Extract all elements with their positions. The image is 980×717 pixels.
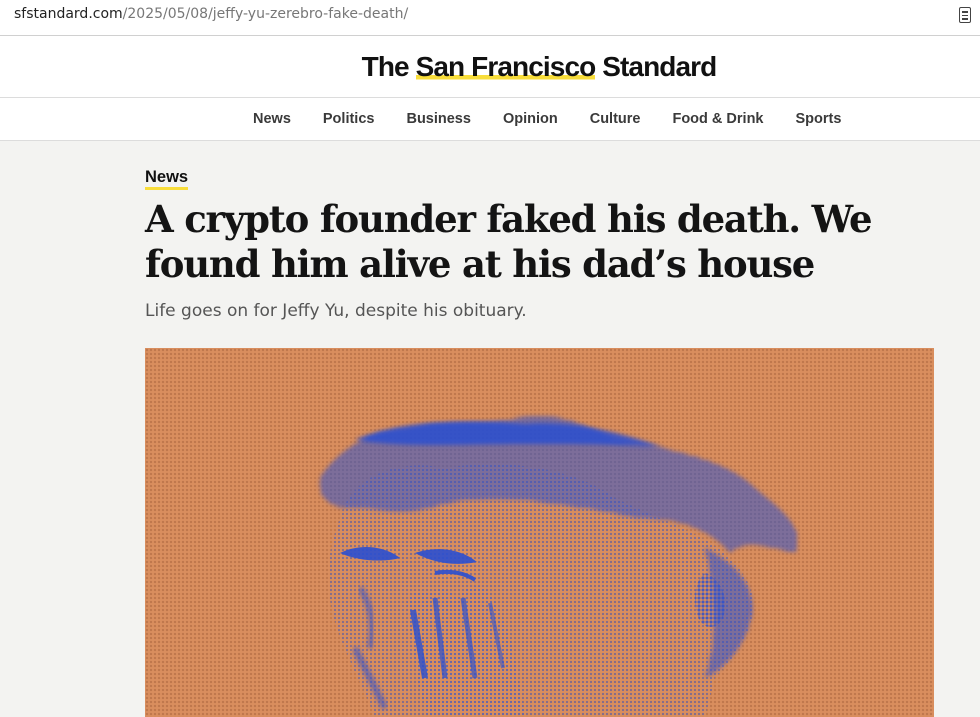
section-nav: News Politics Business Opinion Culture F… [0,98,980,141]
hero-image [145,348,934,717]
nav-item-culture[interactable]: Culture [574,110,657,128]
brand-suffix: Standard [595,51,717,82]
nav-item-politics[interactable]: Politics [307,110,391,128]
nav-item-news[interactable]: News [237,110,307,128]
site-logo[interactable]: The San Francisco Standard [0,50,980,84]
reader-mode-icon[interactable] [959,7,971,23]
nav-list: News Politics Business Opinion Culture F… [237,110,857,128]
article-headline: A crypto founder faked his death. We fou… [145,197,873,286]
brand-highlight: San Francisco [415,51,596,82]
nav-item-opinion[interactable]: Opinion [487,110,574,128]
halftone-portrait [319,415,798,717]
url-text[interactable]: sfstandard.com/2025/05/08/jeffy-yu-zereb… [14,5,408,23]
section-kicker[interactable]: News [145,167,189,190]
address-bar[interactable]: sfstandard.com/2025/05/08/jeffy-yu-zereb… [0,0,980,36]
nav-item-business[interactable]: Business [390,110,486,128]
masthead: The San Francisco Standard [0,36,980,98]
article-dek: Life goes on for Jeffy Yu, despite his o… [145,301,527,321]
nav-item-food-drink[interactable]: Food & Drink [656,110,779,128]
nav-item-sports[interactable]: Sports [780,110,858,128]
url-domain: sfstandard.com [14,6,123,22]
brand-prefix: The [361,51,416,82]
url-path: /2025/05/08/jeffy-yu-zerebro-fake-death/ [122,6,409,22]
